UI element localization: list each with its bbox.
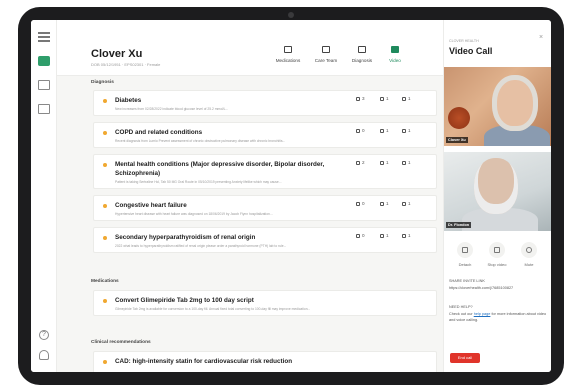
pill-icon bbox=[284, 46, 292, 53]
card-icon[interactable] bbox=[38, 104, 50, 114]
menu-icon[interactable] bbox=[38, 32, 50, 42]
diagnosis-card[interactable]: Mental health conditions (Major depressi… bbox=[93, 154, 437, 189]
nav-diagnosis[interactable]: Diagnosis bbox=[346, 46, 378, 72]
documents-count: 1 bbox=[380, 233, 389, 238]
patient-name: Clover Xu bbox=[91, 48, 143, 60]
share-link[interactable]: https://cloverhealth.com/j/7685100827 bbox=[449, 285, 547, 291]
comment-icon bbox=[356, 96, 360, 101]
end-call-button[interactable]: End call bbox=[450, 353, 480, 363]
doctor-face bbox=[474, 158, 518, 214]
person-icon bbox=[402, 96, 406, 101]
people-count: 1 bbox=[402, 128, 411, 133]
diagnosis-card[interactable]: Diabetes New increases from 02/28/2022 i… bbox=[93, 90, 437, 116]
comments-count: 0 bbox=[356, 233, 365, 238]
stop-video-button[interactable]: Stop video bbox=[484, 242, 510, 267]
close-icon[interactable]: × bbox=[539, 34, 543, 41]
video-call-panel: CLOVER HEALTH Video Call × Clover Xu Dr.… bbox=[443, 20, 551, 372]
help-text: Check out our help page for more informa… bbox=[449, 312, 547, 322]
person-icon bbox=[402, 233, 406, 238]
priority-dot bbox=[103, 360, 107, 364]
clipboard-icon bbox=[358, 46, 366, 53]
priority-dot bbox=[103, 236, 107, 240]
documents-count: 1 bbox=[380, 96, 389, 101]
comments-count: 3 bbox=[356, 96, 365, 101]
patient-main: Clover Xu DOB 05/12/1951 · EPS02301 · Fe… bbox=[57, 20, 443, 372]
priority-dot bbox=[103, 99, 107, 103]
team-icon bbox=[322, 46, 330, 53]
panel-title: Video Call bbox=[449, 46, 493, 56]
comment-icon bbox=[356, 201, 360, 206]
tablet-device: ? Clover Xu DOB 05/12/1951 · EPS02301 · … bbox=[18, 7, 564, 385]
document-icon bbox=[380, 160, 384, 165]
camera-dot bbox=[288, 12, 294, 18]
left-rail: ? bbox=[31, 20, 57, 372]
nav-care-team[interactable]: Care Team bbox=[310, 46, 342, 72]
patient-header: Clover Xu DOB 05/12/1951 · EPS02301 · Fe… bbox=[57, 20, 443, 76]
patient-face bbox=[492, 75, 538, 131]
person-icon bbox=[402, 128, 406, 133]
comment-icon bbox=[356, 160, 360, 165]
panel-eyebrow: CLOVER HEALTH bbox=[449, 39, 479, 43]
diagnosis-card[interactable]: COPD and related conditions Recent diagn… bbox=[93, 122, 437, 148]
dashboard-icon[interactable] bbox=[38, 56, 50, 66]
detach-button[interactable]: Detach bbox=[452, 242, 478, 267]
section-medications: Medications bbox=[91, 279, 119, 284]
documents-count: 1 bbox=[380, 201, 389, 206]
priority-dot bbox=[103, 299, 107, 303]
patient-meta: DOB 05/12/1951 · EPS02301 · Female bbox=[91, 62, 161, 67]
nav-medications[interactable]: Medications bbox=[268, 46, 308, 72]
comments-count: 2 bbox=[356, 160, 365, 165]
nav-video[interactable]: Video bbox=[383, 46, 407, 72]
document-icon bbox=[380, 233, 384, 238]
help-icon[interactable]: ? bbox=[39, 330, 49, 340]
person-icon bbox=[402, 201, 406, 206]
patient-video: Clover Xu bbox=[444, 67, 551, 146]
help-label: NEED HELP? bbox=[449, 305, 473, 309]
comment-icon bbox=[356, 233, 360, 238]
priority-dot bbox=[103, 131, 107, 135]
app-screen: ? Clover Xu DOB 05/12/1951 · EPS02301 · … bbox=[31, 20, 551, 372]
diagnosis-card[interactable]: Secondary hyperparathyroidism of renal o… bbox=[93, 227, 437, 253]
people-count: 1 bbox=[402, 160, 411, 165]
section-clinical: Clinical recommendations bbox=[91, 340, 151, 345]
priority-dot bbox=[103, 204, 107, 208]
detach-icon bbox=[457, 242, 473, 258]
recommendation-card[interactable]: CAD: high-intensity statin for cardiovas… bbox=[93, 351, 437, 372]
doctor-video: Dr. Flondon bbox=[444, 152, 551, 231]
people-count: 1 bbox=[402, 233, 411, 238]
camera-icon bbox=[489, 242, 505, 258]
video-icon bbox=[391, 46, 399, 53]
share-label: SHARE INVITE LINK bbox=[449, 279, 485, 283]
documents-count: 1 bbox=[380, 128, 389, 133]
section-diagnosis: Diagnosis bbox=[91, 80, 114, 85]
document-icon bbox=[380, 96, 384, 101]
document-icon bbox=[380, 128, 384, 133]
documents-count: 1 bbox=[380, 160, 389, 165]
patient-video-label: Clover Xu bbox=[446, 137, 468, 143]
help-page-link[interactable]: help page bbox=[474, 312, 491, 316]
comments-count: 0 bbox=[356, 201, 365, 206]
people-count: 1 bbox=[402, 96, 411, 101]
medication-card[interactable]: Convert Glimepiride Tab 2mg to 100 day s… bbox=[93, 290, 437, 316]
mute-button[interactable]: Mute bbox=[516, 242, 542, 267]
list-icon[interactable] bbox=[38, 80, 50, 90]
priority-dot bbox=[103, 163, 107, 167]
flower-decoration bbox=[448, 107, 470, 129]
comment-icon bbox=[356, 128, 360, 133]
diagnosis-card[interactable]: Congestive heart failure Hypertensive he… bbox=[93, 195, 437, 221]
person-icon bbox=[402, 160, 406, 165]
comments-count: 0 bbox=[356, 128, 365, 133]
microphone-icon bbox=[521, 242, 537, 258]
profile-icon[interactable] bbox=[39, 350, 49, 360]
people-count: 1 bbox=[402, 201, 411, 206]
document-icon bbox=[380, 201, 384, 206]
doctor-video-label: Dr. Flondon bbox=[446, 222, 472, 228]
